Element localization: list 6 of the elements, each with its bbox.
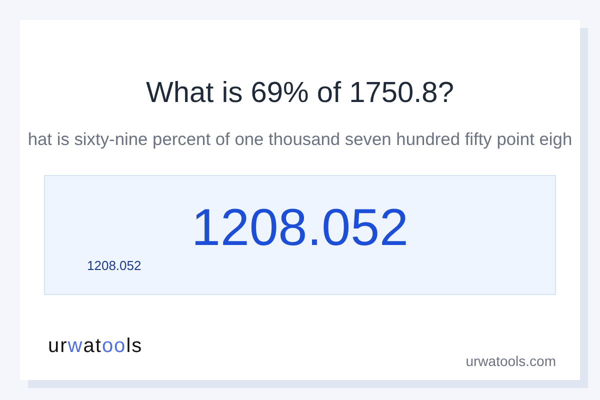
page-title: What is 69% of 1750.8? [145, 76, 455, 110]
result-value: 1208.052 [192, 198, 408, 258]
result-caption: 1208.052 [87, 258, 142, 274]
subtitle: hat is sixty-nine percent of one thousand seven hundred fifty point eigh [28, 128, 572, 150]
logo: urwatools [48, 334, 143, 359]
site-url: urwatools.com [466, 353, 556, 369]
